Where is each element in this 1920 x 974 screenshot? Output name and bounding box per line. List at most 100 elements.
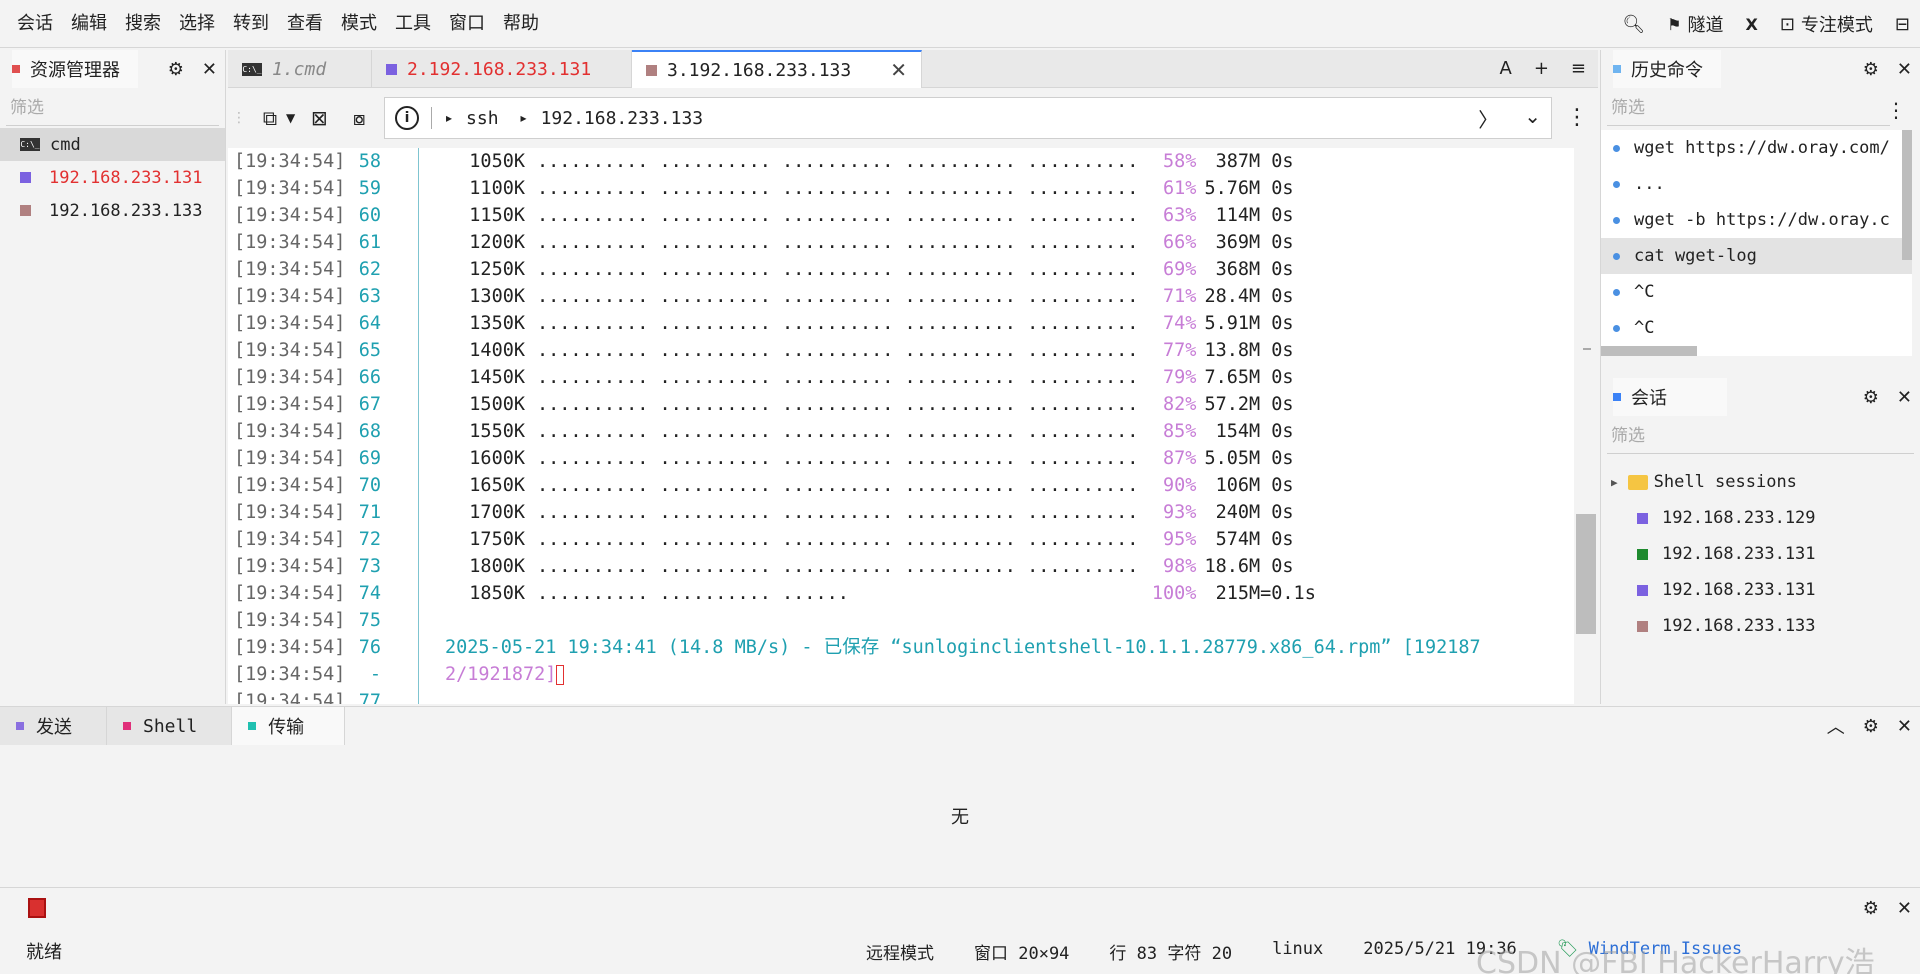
duplicate-session-icon[interactable]: ⧇ [343, 102, 375, 134]
status-window-size[interactable]: 窗口 20×94 [974, 939, 1069, 964]
sessions-tab[interactable]: 会话 [1613, 378, 1727, 416]
status-mode[interactable]: 远程模式 [866, 939, 934, 964]
address-host[interactable]: 192.168.233.133 [541, 108, 704, 129]
app-icon[interactable] [28, 898, 46, 918]
explorer-tab[interactable]: 资源管理器 [12, 50, 138, 88]
status-cursor-position[interactable]: 行 83 字符 20 [1109, 939, 1232, 964]
menu-item[interactable]: 窗口 [440, 0, 494, 48]
terminal-output[interactable]: [19:34:54] 58 1050K .......... .......... .… [228, 148, 1574, 704]
go-icon[interactable]: 〉 [1478, 104, 1498, 133]
explorer-filter-input[interactable]: 筛选 [6, 90, 219, 126]
history-vscrollbar[interactable] [1902, 130, 1912, 260]
line-timestamp: [19:34:54] [234, 205, 346, 226]
folder-shell-sessions[interactable]: ▶ Shell sessions [1601, 464, 1920, 500]
chevron-right-icon[interactable]: ▶ [1611, 476, 1618, 489]
chevron-down-icon[interactable]: ▼ [286, 111, 295, 125]
terminal-line: [19:34:54] 69 1600K .......... .......... .… [228, 445, 1574, 472]
explorer-item[interactable]: C:\_ cmd [0, 128, 225, 161]
line-number: 59 [358, 178, 381, 199]
gear-icon[interactable]: ⚙ [1863, 59, 1879, 80]
more-icon[interactable]: ⋮ [1566, 105, 1588, 130]
progress-dots: .......... .......... .......... .......… [537, 151, 1139, 172]
gear-icon[interactable]: ⚙ [1863, 716, 1879, 737]
session-item[interactable]: 192.168.233.131 [1601, 536, 1920, 572]
sessions-filter-input[interactable]: 筛选 [1607, 418, 1914, 454]
close-icon[interactable]: ✕ [1897, 387, 1912, 408]
chevron-down-icon[interactable]: ⌄ [1524, 104, 1541, 133]
history-item[interactable]: cat wget-log [1601, 238, 1912, 274]
terminal-scrollbar[interactable] [1574, 148, 1598, 704]
terminal-line: [19:34:54] 76 2025-05-21 19:34:41 (14.8 MB… [228, 634, 1574, 661]
menu-item[interactable]: 工具 [386, 0, 440, 48]
download-size: 1200K [469, 232, 525, 253]
menu-item[interactable]: 搜索 [116, 0, 170, 48]
close-icon[interactable]: ✕ [1897, 59, 1912, 80]
menu-item[interactable]: 转到 [224, 0, 278, 48]
new-session-icon[interactable]: ⧉ [254, 102, 286, 134]
download-speed: 240M 0s [1204, 502, 1294, 523]
more-icon[interactable]: ⋮ [1886, 98, 1906, 122]
font-size-button[interactable]: A [1499, 58, 1511, 79]
close-icon[interactable]: ✕ [1897, 716, 1912, 737]
watermark: CSDN @FBI HackerHarry浩 [1476, 946, 1875, 974]
x-icon[interactable]: X [1745, 15, 1757, 34]
line-number: 65 [358, 340, 381, 361]
history-tab[interactable]: 历史命令 [1613, 50, 1721, 88]
terminal-lines: [19:34:54] 58 1050K .......... .......... .… [228, 148, 1574, 704]
menu-item[interactable]: 会话 [8, 0, 62, 48]
address-bar[interactable]: i ▸ ssh ▸ 192.168.233.133 〉 ⌄ [384, 97, 1552, 139]
bottom-tab[interactable]: 传输 [232, 707, 346, 745]
history-item[interactable]: ^C [1601, 310, 1912, 346]
cmd-icon: C:\_ [242, 62, 262, 76]
history-filter-input[interactable]: 筛选 [1607, 90, 1890, 126]
history-item[interactable]: wget -b https://dw.oray.c [1601, 202, 1912, 238]
bottom-tab-label: 传输 [268, 717, 305, 738]
focus-mode-button[interactable]: ⊡ 专注模式 [1780, 11, 1873, 37]
gear-icon[interactable]: ⚙ [1863, 898, 1879, 919]
menu-bar: 会话 编辑 搜索 选择 转到 查看 模式 工具 窗口 帮助 🔍︎ ⚑ 隧道 X ⊡ 专注模式 ⊟ [0, 0, 1920, 48]
tab-session-131[interactable]: 2.192.168.233.131 [372, 50, 632, 88]
history-items: wget https://dw.oray.com/... wget -b http… [1601, 130, 1912, 346]
info-icon[interactable]: i [395, 106, 419, 130]
menu-item[interactable]: 编辑 [62, 0, 116, 48]
download-speed: 13.8M 0s [1204, 340, 1294, 361]
history-hscrollbar[interactable] [1601, 346, 1697, 356]
explorer-item[interactable]: 192.168.233.133 [0, 194, 225, 227]
layout-icon[interactable]: ⊟ [1895, 14, 1910, 35]
menu-item[interactable]: 模式 [332, 0, 386, 48]
status-os[interactable]: linux [1272, 939, 1323, 964]
menu-item[interactable]: 查看 [278, 0, 332, 48]
menu-item[interactable]: 选择 [170, 0, 224, 48]
gear-icon[interactable]: ⚙ [168, 59, 184, 80]
session-list: 192.168.233.129 192.168.233.131 192.168.23… [1601, 500, 1920, 644]
bottom-tab[interactable]: 发送 [0, 707, 107, 745]
tab-menu-icon[interactable]: ≡ [1571, 58, 1586, 79]
session-item[interactable]: 192.168.233.131 [1601, 572, 1920, 608]
address-protocol[interactable]: ssh [466, 108, 499, 129]
tab-session-133[interactable]: 3.192.168.233.133 ✕ [632, 50, 922, 88]
explorer-item[interactable]: 192.168.233.131 [0, 161, 225, 194]
close-icon[interactable]: ✕ [1897, 898, 1912, 919]
scrollbar-thumb[interactable] [1576, 514, 1596, 634]
gear-icon[interactable]: ⚙ [1863, 387, 1879, 408]
tab-cmd[interactable]: C:\_ 1.cmd [228, 50, 372, 88]
search-icon[interactable]: 🔍︎ [1622, 14, 1645, 35]
session-item[interactable]: 192.168.233.129 [1601, 500, 1920, 536]
tunnel-button[interactable]: ⚑ 隧道 [1667, 11, 1723, 37]
close-session-icon[interactable]: ⊠ [303, 102, 335, 134]
menu-item[interactable]: 帮助 [494, 0, 548, 48]
drag-handle-icon[interactable]: ⋮ [232, 110, 246, 126]
progress-percent: 85% [1163, 421, 1197, 442]
history-item[interactable]: ... [1601, 166, 1912, 202]
terminal-line: [19:34:54] 64 1350K .......... .......... .… [228, 310, 1574, 337]
history-item[interactable]: ^C [1601, 274, 1912, 310]
close-icon[interactable]: ✕ [202, 59, 217, 80]
chevron-up-icon[interactable]: ︿ [1827, 713, 1845, 739]
bottom-tab[interactable]: Shell [107, 707, 233, 745]
history-item[interactable]: wget https://dw.oray.com/ [1601, 130, 1912, 166]
bottom-tab-label: Shell [143, 715, 198, 737]
session-item[interactable]: 192.168.233.133 [1601, 608, 1920, 644]
tab-close-icon[interactable]: ✕ [890, 58, 907, 82]
line-number: 72 [358, 529, 381, 550]
new-tab-button[interactable]: + [1534, 58, 1549, 79]
